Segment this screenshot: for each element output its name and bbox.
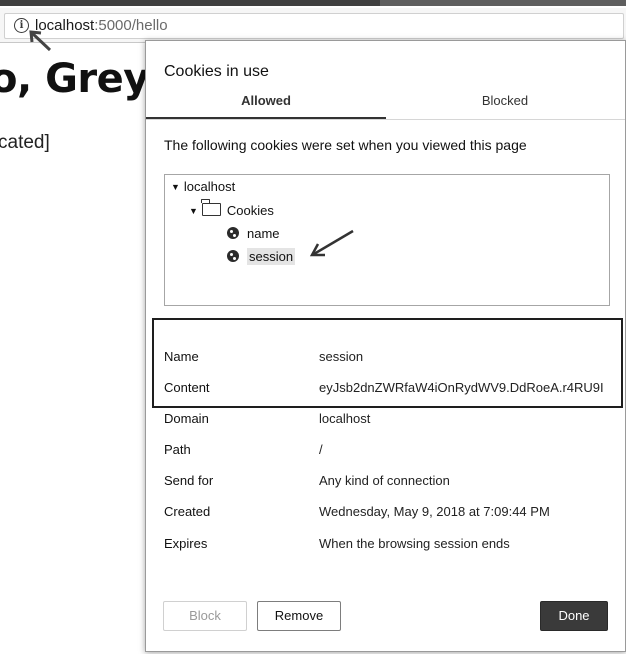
detail-row-domain: Domain localhost	[146, 411, 625, 431]
tree-node-session[interactable]: session	[227, 248, 296, 265]
tree-node-cookies[interactable]: ▼ Cookies	[189, 199, 274, 218]
detail-value: Wednesday, May 9, 2018 at 7:09:44 PM	[319, 504, 550, 519]
folder-icon	[201, 199, 221, 216]
tab-strip-edge	[380, 0, 626, 6]
browser-top-strip	[0, 0, 626, 6]
page-subtext: cated]	[0, 132, 50, 153]
cookie-tree[interactable]: ▼ localhost ▼ Cookies name session	[164, 174, 610, 306]
annotation-highlight-box	[152, 318, 623, 408]
done-button[interactable]: Done	[540, 601, 608, 631]
tree-root-label: localhost	[183, 179, 236, 194]
info-icon[interactable]: i	[14, 18, 29, 33]
block-button[interactable]: Block	[163, 601, 247, 631]
remove-button[interactable]: Remove	[257, 601, 341, 631]
tab-allowed[interactable]: Allowed	[146, 91, 386, 119]
dialog-description: The following cookies were set when you …	[164, 137, 527, 153]
tree-node-name[interactable]: name	[227, 226, 280, 241]
detail-value: Any kind of connection	[319, 473, 450, 488]
tree-folder-label: Cookies	[226, 203, 274, 218]
detail-key: Send for	[164, 473, 214, 488]
detail-key: Path	[164, 442, 191, 457]
detail-row-path: Path /	[146, 442, 625, 462]
detail-key: Expires	[164, 536, 208, 551]
detail-row-expires: Expires When the browsing session ends	[146, 536, 625, 556]
annotation-arrow-session	[309, 229, 354, 257]
address-bar-area: i localhost:5000/hello	[0, 8, 626, 43]
tab-blocked[interactable]: Blocked	[385, 91, 625, 117]
detail-row-send-for: Send for Any kind of connection	[146, 473, 625, 493]
cookie-icon	[227, 250, 239, 262]
detail-key: Created	[164, 504, 211, 519]
tree-item-label-selected: session	[247, 248, 296, 265]
detail-value: localhost	[319, 411, 371, 426]
tab-bar: Allowed Blocked	[146, 91, 625, 120]
address-bar[interactable]: i localhost:5000/hello	[4, 13, 624, 39]
dialog-title: Cookies in use	[164, 63, 269, 80]
tree-node-localhost[interactable]: ▼ localhost	[171, 179, 235, 194]
url-path: :5000/hello	[94, 17, 168, 34]
detail-row-created: Created Wednesday, May 9, 2018 at 7:09:4…	[146, 504, 625, 524]
triangle-down-icon[interactable]: ▼	[171, 182, 180, 192]
tree-item-label: name	[247, 226, 280, 241]
triangle-down-icon[interactable]: ▼	[189, 206, 198, 216]
cookie-icon	[227, 227, 239, 239]
detail-value: When the browsing session ends	[319, 536, 510, 551]
detail-value: /	[319, 442, 323, 457]
page-heading: o, Grey!	[0, 56, 167, 102]
detail-key: Domain	[164, 411, 209, 426]
